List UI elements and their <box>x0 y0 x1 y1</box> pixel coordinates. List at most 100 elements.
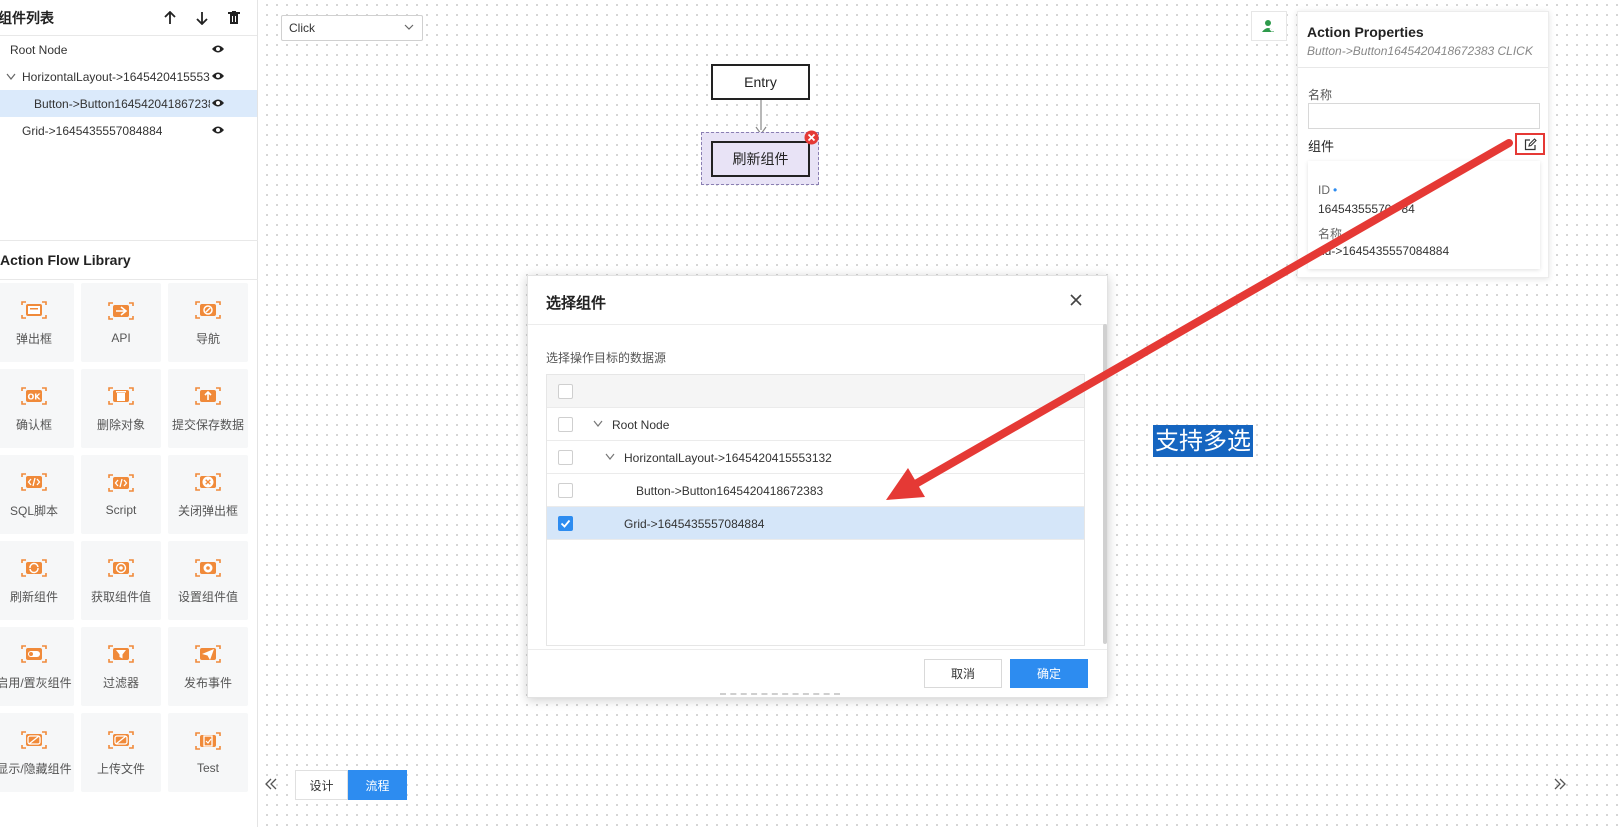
library-item-label: Test <box>196 761 219 775</box>
entry-node[interactable]: Entry <box>711 64 810 100</box>
dialog-scrollbar[interactable] <box>1103 324 1107 644</box>
tree-item-label: Grid->1645435557084884 <box>22 123 163 138</box>
library-item-label: 导航 <box>195 331 220 346</box>
refresh-component-node[interactable]: 刷新组件 <box>711 141 810 177</box>
library-item[interactable]: 导航 <box>168 283 248 362</box>
row-checkbox[interactable] <box>558 450 573 465</box>
row-label: Grid->1645435557084884 <box>624 517 765 531</box>
library-item-label: SQL脚本 <box>9 503 58 518</box>
tree-item-label: Button->Button164542041867238 <box>34 96 210 111</box>
trash-icon[interactable] <box>225 9 243 27</box>
edit-component-button[interactable] <box>1515 133 1545 155</box>
eye-icon[interactable] <box>211 70 225 82</box>
library-item[interactable]: SQL脚本 <box>0 455 74 534</box>
tab-flow[interactable]: 流程 <box>348 770 407 800</box>
library-item[interactable]: 刷新组件 <box>0 541 74 620</box>
user-check-icon <box>1262 20 1276 33</box>
component-tree-table: Root Node HorizontalLayout->164542041555… <box>546 374 1085 646</box>
library-title-text: Action Flow Library <box>0 252 131 268</box>
action-node-selection[interactable]: 刷新组件 <box>701 132 819 185</box>
library-item-label: 提交保存数据 <box>171 417 244 432</box>
action-library-grid: 弹出框 API 导航 OK 确认框 删除对象 提交保存数据 SQL脚本 Script 关闭弹出框刷… <box>0 283 248 792</box>
svg-text:OK: OK <box>28 392 42 401</box>
library-item[interactable]: 发布事件 <box>168 627 248 706</box>
user-settings-button[interactable] <box>1251 11 1287 41</box>
chevron-down-icon <box>404 24 414 30</box>
card-id-value-text: 16454355570 <box>1318 202 1392 216</box>
tree-item-button[interactable]: Button->Button164542041867238 <box>0 90 257 117</box>
card-id-label-text: ID <box>1318 183 1330 197</box>
code-icon <box>108 474 134 492</box>
library-item[interactable]: 过滤器 <box>81 627 161 706</box>
select-component-dialog: 选择组件 选择操作目标的数据源 Root Node HorizontalLayo… <box>527 275 1108 698</box>
library-item[interactable]: 删除对象 <box>81 369 161 448</box>
event-select[interactable]: Click <box>281 15 423 41</box>
table-row[interactable]: HorizontalLayout->1645420415553132 <box>547 441 1084 474</box>
table-row[interactable]: Grid->1645435557084884 <box>547 507 1084 540</box>
library-item[interactable]: Test <box>168 713 248 792</box>
library-item-label: 设置组件值 <box>177 589 238 604</box>
left-sidebar: 组件列表 Root Node HorizontalLayout->1645420… <box>0 0 258 827</box>
tab-design[interactable]: 设计 <box>295 770 348 800</box>
move-down-icon[interactable] <box>193 9 211 27</box>
action-flow-library-title: Action Flow Library <box>0 240 258 280</box>
select-all-checkbox[interactable] <box>558 384 573 399</box>
upload-icon <box>195 386 221 405</box>
library-item[interactable]: 显示/隐藏组件 <box>0 713 74 792</box>
tree-item-root-node[interactable]: Root Node <box>0 36 257 63</box>
tree-item-grid[interactable]: Grid->1645435557084884 <box>0 117 257 144</box>
eye-icon[interactable] <box>211 43 225 55</box>
library-item[interactable]: Script <box>81 455 161 534</box>
chevron-down-icon[interactable] <box>6 73 16 81</box>
row-label: HorizontalLayout->1645420415553132 <box>624 451 832 465</box>
divider <box>1298 67 1548 68</box>
library-item[interactable]: 设置组件值 <box>168 541 248 620</box>
dialog-title: 选择组件 <box>546 295 607 312</box>
confirm-button[interactable]: 确定 <box>1010 659 1088 688</box>
library-item[interactable]: 获取组件值 <box>81 541 161 620</box>
divider <box>528 649 1107 650</box>
library-item[interactable]: 上传文件 <box>81 713 161 792</box>
gear-icon <box>195 558 221 577</box>
library-item[interactable]: API <box>81 283 161 362</box>
properties-title: Action Properties <box>1307 24 1424 40</box>
component-list-title: 组件列表 <box>0 9 54 26</box>
library-item[interactable]: 关闭弹出框 <box>168 455 248 534</box>
action-properties-panel: Action Properties Button->Button16454204… <box>1297 11 1549 278</box>
table-row[interactable]: Button->Button1645420418672383 <box>547 474 1084 507</box>
delete-node-icon[interactable] <box>804 130 819 145</box>
eye-icon[interactable] <box>211 124 225 136</box>
eye-icon[interactable] <box>211 97 225 109</box>
entry-node-label: Entry <box>744 74 777 90</box>
library-item[interactable]: OK 确认框 <box>0 369 74 448</box>
name-input[interactable] <box>1308 103 1540 129</box>
chevron-down-icon[interactable] <box>593 420 603 428</box>
move-up-icon[interactable] <box>161 9 179 27</box>
library-item[interactable]: 启用/置灰组件 <box>0 627 74 706</box>
chevron-down-icon[interactable] <box>605 453 615 461</box>
library-item-label: 删除对象 <box>96 417 145 432</box>
popup-icon <box>21 300 47 319</box>
card-id-label: ID • <box>1318 183 1338 197</box>
library-item-label: 获取组件值 <box>90 589 151 604</box>
visibility-icon <box>21 730 47 749</box>
component-label: 组件 <box>1308 139 1335 154</box>
tree-item-label: Root Node <box>10 42 68 57</box>
library-item[interactable]: 弹出框 <box>0 283 74 362</box>
resize-handle[interactable] <box>720 693 840 695</box>
double-chevron-right-icon[interactable] <box>1552 776 1568 792</box>
table-row[interactable]: Root Node <box>547 408 1084 441</box>
delete-icon <box>108 386 134 405</box>
library-item-label: 上传文件 <box>96 761 145 776</box>
test-icon <box>195 732 221 750</box>
double-chevron-left-icon[interactable] <box>263 776 279 792</box>
close-icon[interactable] <box>1069 293 1083 307</box>
library-item[interactable]: 提交保存数据 <box>168 369 248 448</box>
tree-item-horizontal-layout[interactable]: HorizontalLayout->16454204155531 <box>0 63 257 90</box>
row-checkbox[interactable] <box>558 483 573 498</box>
row-checkbox[interactable] <box>558 417 573 432</box>
cancel-button[interactable]: 取消 <box>924 659 1002 688</box>
card-name-value: id->1645435557084884 <box>1322 244 1450 258</box>
library-item-label: 确认框 <box>15 417 52 432</box>
row-checkbox[interactable] <box>558 516 573 531</box>
